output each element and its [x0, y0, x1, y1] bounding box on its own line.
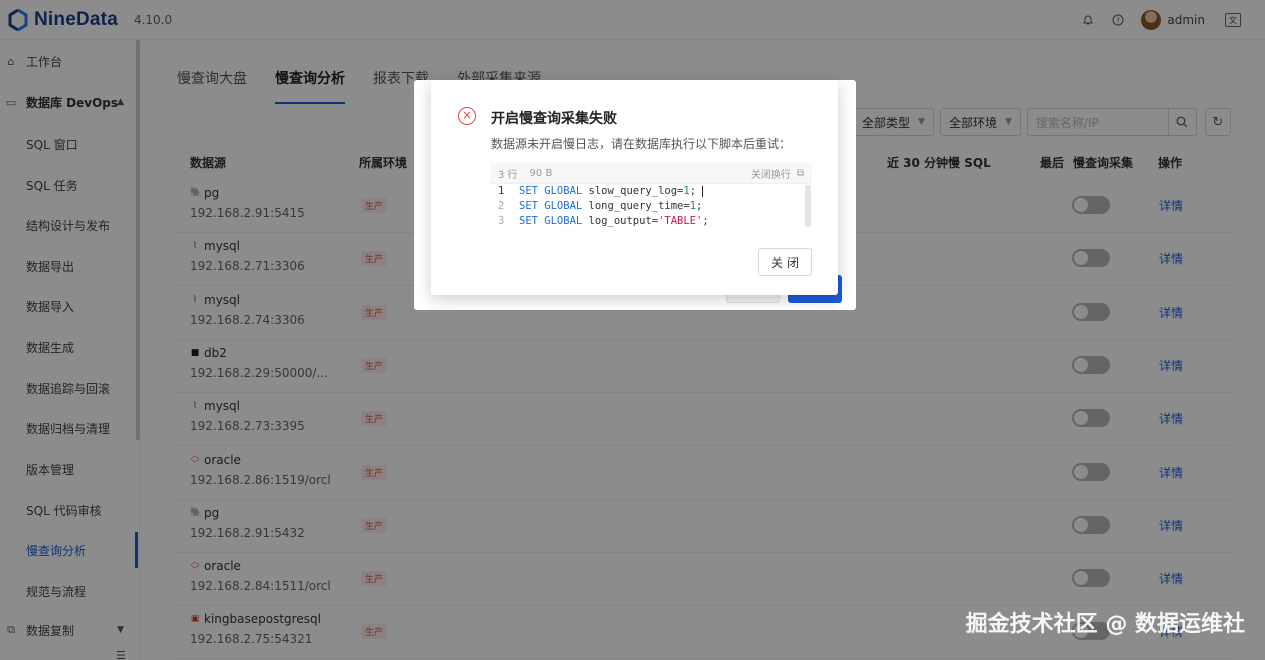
toggle-wrap-label: 关闭换行	[750, 169, 791, 181]
code-text: SET GLOBAL long_query_time=1;	[519, 200, 703, 212]
line-number: 1	[498, 185, 505, 197]
text-cursor	[702, 185, 704, 197]
copy-icon[interactable]: ⧉	[797, 168, 804, 179]
code-text: SET GLOBAL log_output='TABLE';	[519, 215, 709, 227]
code-scrollbar[interactable]	[805, 185, 811, 227]
code-viewer: 3 行 90 B 关闭换行 ⧉ 1 SET GLOBAL slow_query_l…	[490, 163, 812, 228]
error-dialog: × 开启慢查询采集失败 数据源未开启慢日志，请在数据库执行以下脚本后重试： 3 …	[431, 80, 838, 295]
code-line: 1 SET GLOBAL slow_query_log=1;	[490, 184, 802, 199]
dialog-title: 开启慢查询采集失败	[491, 111, 617, 127]
code-editor[interactable]: 1 SET GLOBAL slow_query_log=1; 2 SET GLOBAL…	[490, 183, 812, 228]
close-button[interactable]: 关闭	[758, 248, 812, 276]
code-line-count: 3 行	[498, 169, 518, 181]
toggle-wrap-button[interactable]: 关闭换行 ⧉	[751, 166, 804, 181]
error-close-circle-icon: ×	[458, 107, 476, 125]
dialog-message: 数据源未开启慢日志，请在数据库执行以下脚本后重试：	[491, 137, 792, 151]
code-size: 90 B	[529, 167, 553, 179]
code-line: 2 SET GLOBAL long_query_time=1;	[490, 199, 802, 214]
code-meta: 3 行 90 B 关闭换行 ⧉	[490, 163, 812, 183]
line-number: 2	[498, 200, 505, 212]
watermark: 掘金技术社区 @ 数据运维社	[965, 612, 1245, 637]
line-number: 3	[498, 215, 505, 227]
code-line: 3 SET GLOBAL log_output='TABLE';	[490, 214, 802, 229]
code-text: SET GLOBAL slow_query_log=1;	[519, 184, 704, 199]
